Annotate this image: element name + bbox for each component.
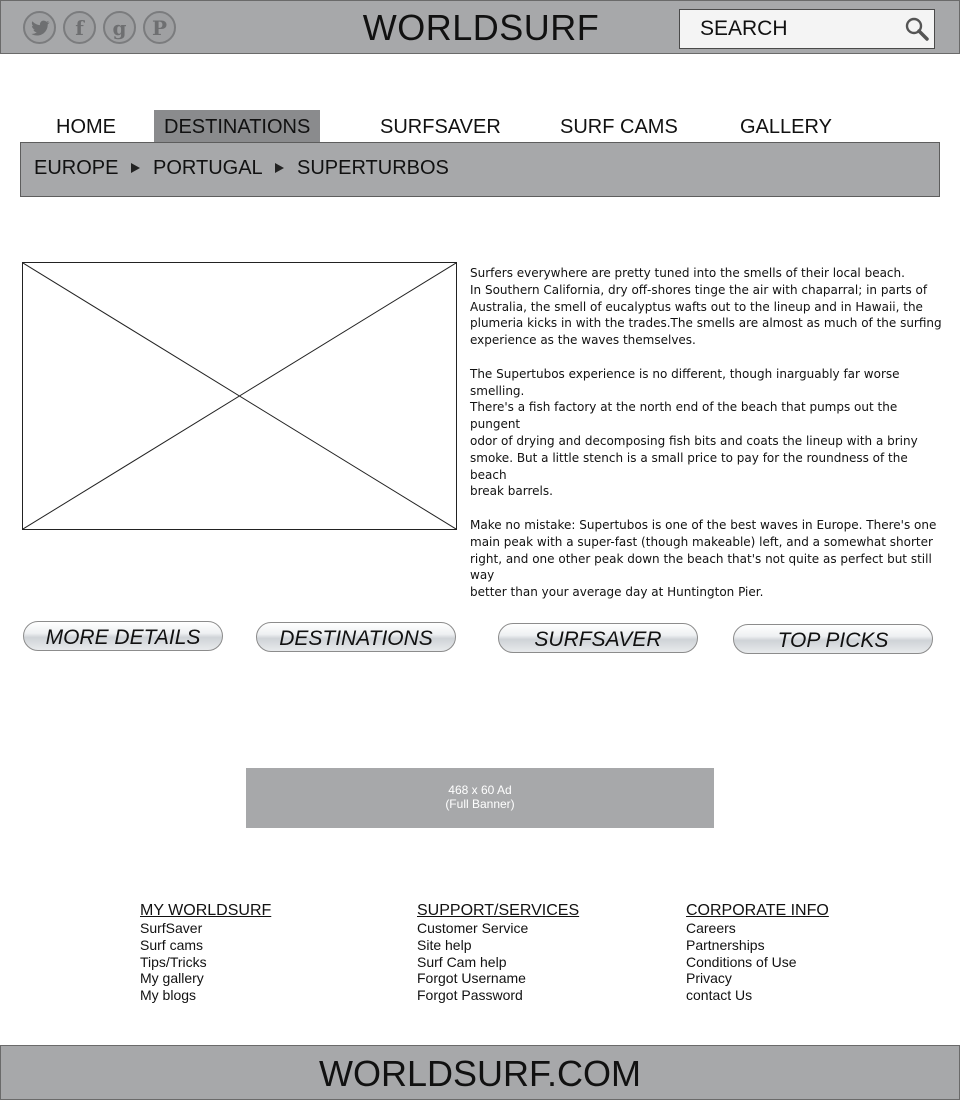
footer-link[interactable]: Partnerships — [686, 937, 829, 954]
nav-item-home[interactable]: HOME — [46, 110, 126, 142]
breadcrumb: EUROPE PORTUGAL SUPERTURBOS — [20, 142, 940, 197]
article-paragraph: Surfers everywhere are pretty tuned into… — [470, 266, 942, 348]
footer-link[interactable]: Careers — [686, 920, 829, 937]
footer-link[interactable]: Surf cams — [140, 937, 271, 954]
footer-link[interactable]: contact Us — [686, 987, 829, 1004]
footer-link[interactable]: My gallery — [140, 970, 271, 987]
footer-heading[interactable]: SUPPORT/SERVICES — [417, 902, 579, 919]
footer-heading[interactable]: MY WORLDSURF — [140, 902, 271, 919]
footer-link[interactable]: SurfSaver — [140, 920, 271, 937]
breadcrumb-superturbos: SUPERTURBOS — [297, 157, 449, 179]
destinations-button[interactable]: DESTINATIONS — [256, 622, 456, 652]
surfsaver-button[interactable]: SURFSAVER — [498, 623, 698, 653]
main-nav: HOME DESTINATIONS SURFSAVER SURF CAMS GA… — [20, 110, 940, 142]
chevron-right-icon — [275, 163, 284, 173]
footer-link[interactable]: Tips/Tricks — [140, 954, 271, 971]
footer-bar: WORLDSURF.COM — [0, 1045, 960, 1100]
footer-link[interactable]: Site help — [417, 937, 579, 954]
nav-item-surfsaver[interactable]: SURFSAVER — [370, 110, 511, 142]
footer-column-support: SUPPORT/SERVICES Customer Service Site h… — [417, 902, 579, 1004]
footer-column-corporate: CORPORATE INFO Careers Partnerships Cond… — [686, 902, 829, 1004]
footer-link[interactable]: Surf Cam help — [417, 954, 579, 971]
top-picks-button[interactable]: TOP PICKS — [733, 624, 933, 654]
image-placeholder-cross — [23, 263, 456, 529]
footer-site-name: WORLDSURF.COM — [319, 1053, 641, 1094]
footer-link[interactable]: Customer Service — [417, 920, 579, 937]
search-icon[interactable] — [904, 16, 930, 42]
footer-link[interactable]: Forgot Username — [417, 970, 579, 987]
article-paragraph: The Supertubos experience is no differen… — [470, 366, 918, 499]
ad-type-label: (Full Banner) — [445, 797, 515, 811]
footer-link[interactable]: Conditions of Use — [686, 954, 829, 971]
article-paragraph: Make no mistake: Supertubos is one of th… — [470, 517, 937, 600]
article-body: Surfers everywhere are pretty tuned into… — [470, 265, 944, 618]
search-box[interactable] — [679, 9, 935, 49]
nav-item-destinations[interactable]: DESTINATIONS — [154, 110, 320, 142]
more-details-button[interactable]: MORE DETAILS — [23, 621, 223, 651]
image-placeholder — [22, 262, 457, 530]
footer-column-my-worldsurf: MY WORLDSURF SurfSaver Surf cams Tips/Tr… — [140, 902, 271, 1004]
footer-link[interactable]: Privacy — [686, 970, 829, 987]
search-input[interactable] — [700, 17, 910, 41]
header-bar: f g P WORLDSURF — [0, 0, 960, 54]
footer-link[interactable]: My blogs — [140, 987, 271, 1004]
nav-item-gallery[interactable]: GALLERY — [730, 110, 842, 142]
ad-size-label: 468 x 60 Ad — [448, 783, 512, 797]
ad-banner[interactable]: 468 x 60 Ad (Full Banner) — [246, 768, 714, 828]
nav-item-surf-cams[interactable]: SURF CAMS — [550, 110, 688, 142]
footer-heading[interactable]: CORPORATE INFO — [686, 902, 829, 919]
footer-link[interactable]: Forgot Password — [417, 987, 579, 1004]
breadcrumb-europe[interactable]: EUROPE — [34, 157, 118, 180]
breadcrumb-portugal[interactable]: PORTUGAL — [153, 157, 263, 180]
chevron-right-icon — [131, 163, 140, 173]
